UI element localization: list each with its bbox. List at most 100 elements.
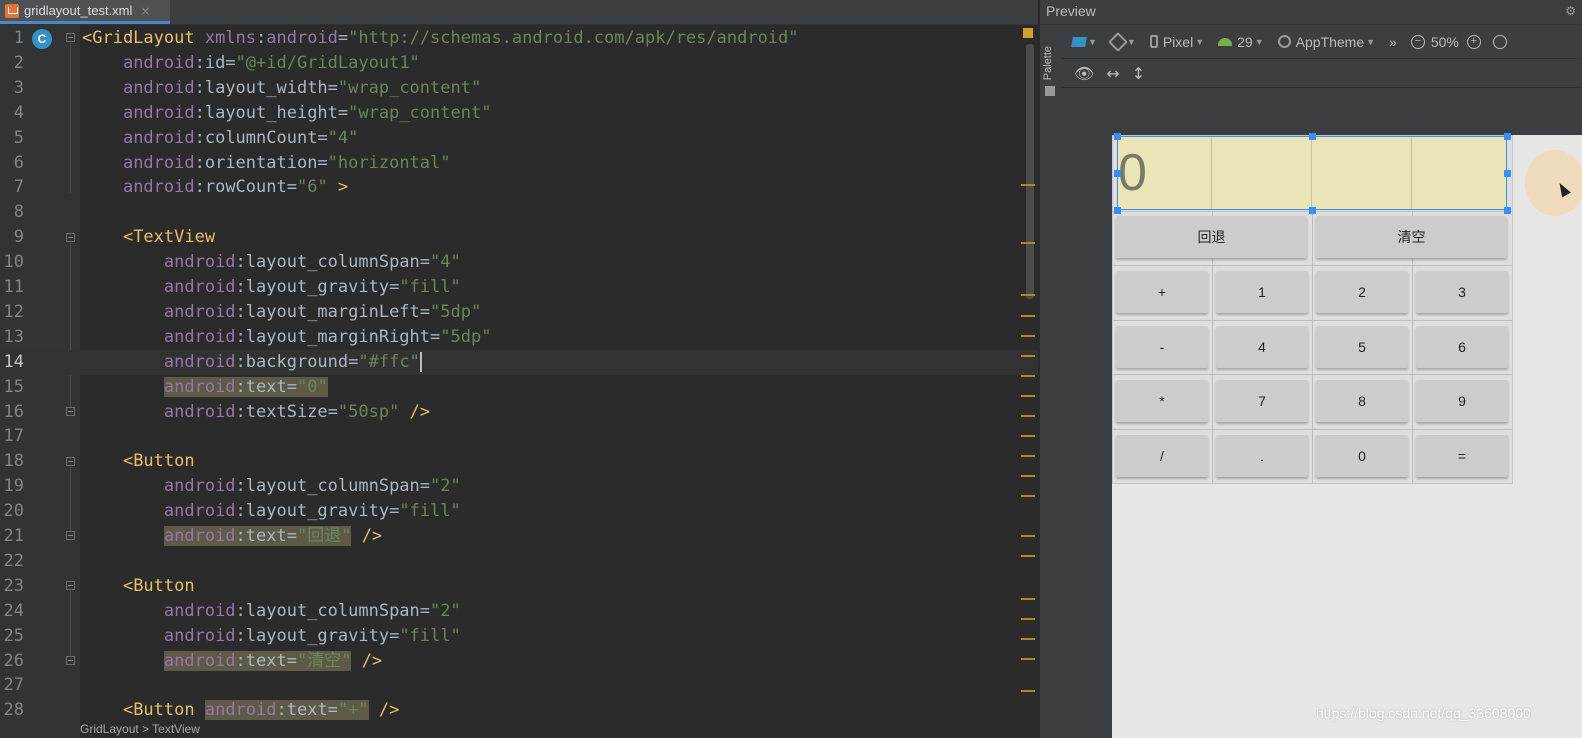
- code-line[interactable]: 14 android:background="#ffc": [0, 349, 1038, 375]
- error-stripe-marker[interactable]: [1021, 335, 1035, 337]
- code-text[interactable]: android:rowCount="6" >: [82, 175, 348, 200]
- code-text[interactable]: android:layout_columnSpan="2": [82, 599, 461, 624]
- equals-button[interactable]: =: [1416, 435, 1508, 477]
- close-icon[interactable]: ×: [140, 4, 150, 18]
- error-stripe-marker[interactable]: [1021, 535, 1035, 537]
- zoom-in-icon[interactable]: +: [1466, 34, 1481, 49]
- code-line[interactable]: 15 android:text="0": [0, 375, 1038, 400]
- code-text[interactable]: android:textSize="50sp" />: [82, 400, 430, 425]
- code-text[interactable]: android:layout_marginLeft="5dp": [82, 300, 481, 325]
- code-text[interactable]: android:id="@+id/GridLayout1": [82, 51, 420, 76]
- tab-gridlayout-test[interactable]: gridlayout_test.xml ×: [0, 0, 170, 24]
- error-stripe-marker[interactable]: [1021, 435, 1035, 437]
- code-line[interactable]: 23 <Button: [0, 574, 1038, 599]
- code-text[interactable]: android:layout_height="wrap_content": [82, 101, 491, 126]
- display-textview[interactable]: 0: [1117, 136, 1507, 210]
- error-stripe-marker[interactable]: [1021, 618, 1035, 620]
- error-stripe-marker[interactable]: [1021, 455, 1035, 457]
- device-dropdown[interactable]: Pixel ▼: [1149, 34, 1204, 50]
- code-line[interactable]: 1 <GridLayout xmlns:android="http://schem…: [0, 26, 1038, 51]
- code-line[interactable]: 28 <Button android:text="+" />: [0, 698, 1038, 723]
- decimal-point-button[interactable]: .: [1216, 435, 1308, 477]
- code-line[interactable]: 16 android:textSize="50sp" />: [0, 400, 1038, 425]
- resize-handle[interactable]: [1504, 133, 1511, 140]
- code-line[interactable]: 5 android:columnCount="4": [0, 126, 1038, 151]
- digit-3-button[interactable]: 3: [1416, 271, 1508, 313]
- error-stripe-marker[interactable]: [1021, 315, 1035, 317]
- resize-handle[interactable]: [1114, 170, 1121, 177]
- code-text[interactable]: <Button android:text="+" />: [82, 698, 399, 723]
- eye-icon[interactable]: 👁: [1074, 64, 1094, 83]
- code-line[interactable]: 26 android:text="清空" />: [0, 649, 1038, 674]
- more-actions-button[interactable]: »: [1389, 34, 1397, 50]
- clear-button[interactable]: 清空: [1316, 216, 1507, 258]
- divide-button[interactable]: /: [1116, 435, 1208, 477]
- code-line[interactable]: 18 <Button: [0, 449, 1038, 474]
- code-line[interactable]: 7 android:rowCount="6" >: [0, 175, 1038, 200]
- code-text[interactable]: <Button: [82, 449, 195, 474]
- code-text[interactable]: android:layout_gravity="fill": [82, 275, 461, 300]
- code-line[interactable]: 8: [0, 200, 1038, 225]
- code-text[interactable]: android:layout_columnSpan="4": [82, 250, 461, 275]
- resize-handle[interactable]: [1309, 207, 1316, 214]
- digit-9-button[interactable]: 9: [1416, 380, 1508, 422]
- digit-6-button[interactable]: 6: [1416, 326, 1508, 368]
- horizontal-resize-icon[interactable]: ↔: [1106, 64, 1119, 83]
- code-text[interactable]: android:layout_gravity="fill": [82, 624, 461, 649]
- error-stripe-marker[interactable]: [1021, 658, 1035, 660]
- code-text[interactable]: android:text="0": [82, 375, 328, 400]
- code-line[interactable]: 2 android:id="@+id/GridLayout1": [0, 51, 1038, 76]
- digit-4-button[interactable]: 4: [1216, 326, 1308, 368]
- vertical-resize-icon[interactable]: ↕: [1132, 64, 1145, 83]
- code-text[interactable]: android:layout_marginRight="5dp": [82, 325, 492, 350]
- code-editor[interactable]: gridlayout_test.xml × C 1 <GridLayout xml…: [0, 0, 1038, 738]
- palette-tool-window-strip[interactable]: [1040, 25, 1063, 738]
- code-line[interactable]: 11 android:layout_gravity="fill": [0, 275, 1038, 300]
- code-line[interactable]: 3 android:layout_width="wrap_content": [0, 76, 1038, 101]
- error-stripe-marker[interactable]: [1021, 242, 1035, 244]
- back-button[interactable]: 回退: [1116, 216, 1307, 258]
- minus-button[interactable]: -: [1116, 326, 1208, 368]
- digit-8-button[interactable]: 8: [1316, 380, 1408, 422]
- design-surface-dropdown[interactable]: ▼: [1062, 36, 1097, 47]
- error-stripe-marker[interactable]: [1021, 598, 1035, 600]
- code-line[interactable]: 22: [0, 549, 1038, 574]
- error-stripe-marker[interactable]: [1021, 375, 1035, 377]
- code-text[interactable]: android:columnCount="4": [82, 126, 358, 151]
- palette-label[interactable]: Palette: [1042, 46, 1054, 80]
- palette-icon[interactable]: [1045, 86, 1055, 96]
- code-line[interactable]: 6 android:orientation="horizontal": [0, 151, 1038, 176]
- code-line[interactable]: 13 android:layout_marginRight="5dp": [0, 325, 1038, 350]
- multiply-button[interactable]: *: [1116, 380, 1208, 422]
- error-stripe-marker[interactable]: [1021, 638, 1035, 640]
- error-stripe-marker[interactable]: [1021, 495, 1035, 497]
- resize-handle[interactable]: [1114, 133, 1121, 140]
- resize-handle[interactable]: [1309, 133, 1316, 140]
- error-stripe-marker[interactable]: [1021, 355, 1035, 357]
- digit-2-button[interactable]: 2: [1316, 271, 1408, 313]
- error-stripe-marker[interactable]: [1021, 555, 1035, 557]
- code-line[interactable]: 12 android:layout_marginLeft="5dp": [0, 300, 1038, 325]
- digit-0-button[interactable]: 0: [1316, 435, 1408, 477]
- code-line[interactable]: 10 android:layout_columnSpan="4": [0, 250, 1038, 275]
- code-text[interactable]: android:background="#ffc": [82, 350, 422, 375]
- code-line[interactable]: 19 android:layout_columnSpan="2": [0, 474, 1038, 499]
- api-level-dropdown[interactable]: 29 ▼: [1218, 34, 1264, 50]
- error-stripe-marker[interactable]: [1021, 475, 1035, 477]
- settings-icon[interactable]: ⚙: [1565, 4, 1576, 18]
- refresh-icon[interactable]: [1492, 34, 1507, 49]
- code-line[interactable]: 27: [0, 673, 1038, 698]
- error-stripe-marker[interactable]: [1021, 184, 1035, 186]
- code-line[interactable]: 20 android:layout_gravity="fill": [0, 499, 1038, 524]
- code-line[interactable]: 25 android:layout_gravity="fill": [0, 624, 1038, 649]
- error-stripe-marker[interactable]: [1021, 415, 1035, 417]
- code-text[interactable]: android:layout_width="wrap_content": [82, 76, 481, 101]
- digit-7-button[interactable]: 7: [1216, 380, 1308, 422]
- orientation-dropdown[interactable]: ▼: [1108, 31, 1136, 52]
- zoom-out-icon[interactable]: −: [1410, 34, 1425, 49]
- code-line[interactable]: 17: [0, 424, 1038, 449]
- code-line[interactable]: 21 android:text="回退" />: [0, 524, 1038, 549]
- code-text[interactable]: android:layout_gravity="fill": [82, 499, 461, 524]
- resize-handle[interactable]: [1504, 170, 1511, 177]
- error-stripe-marker[interactable]: [1021, 690, 1035, 692]
